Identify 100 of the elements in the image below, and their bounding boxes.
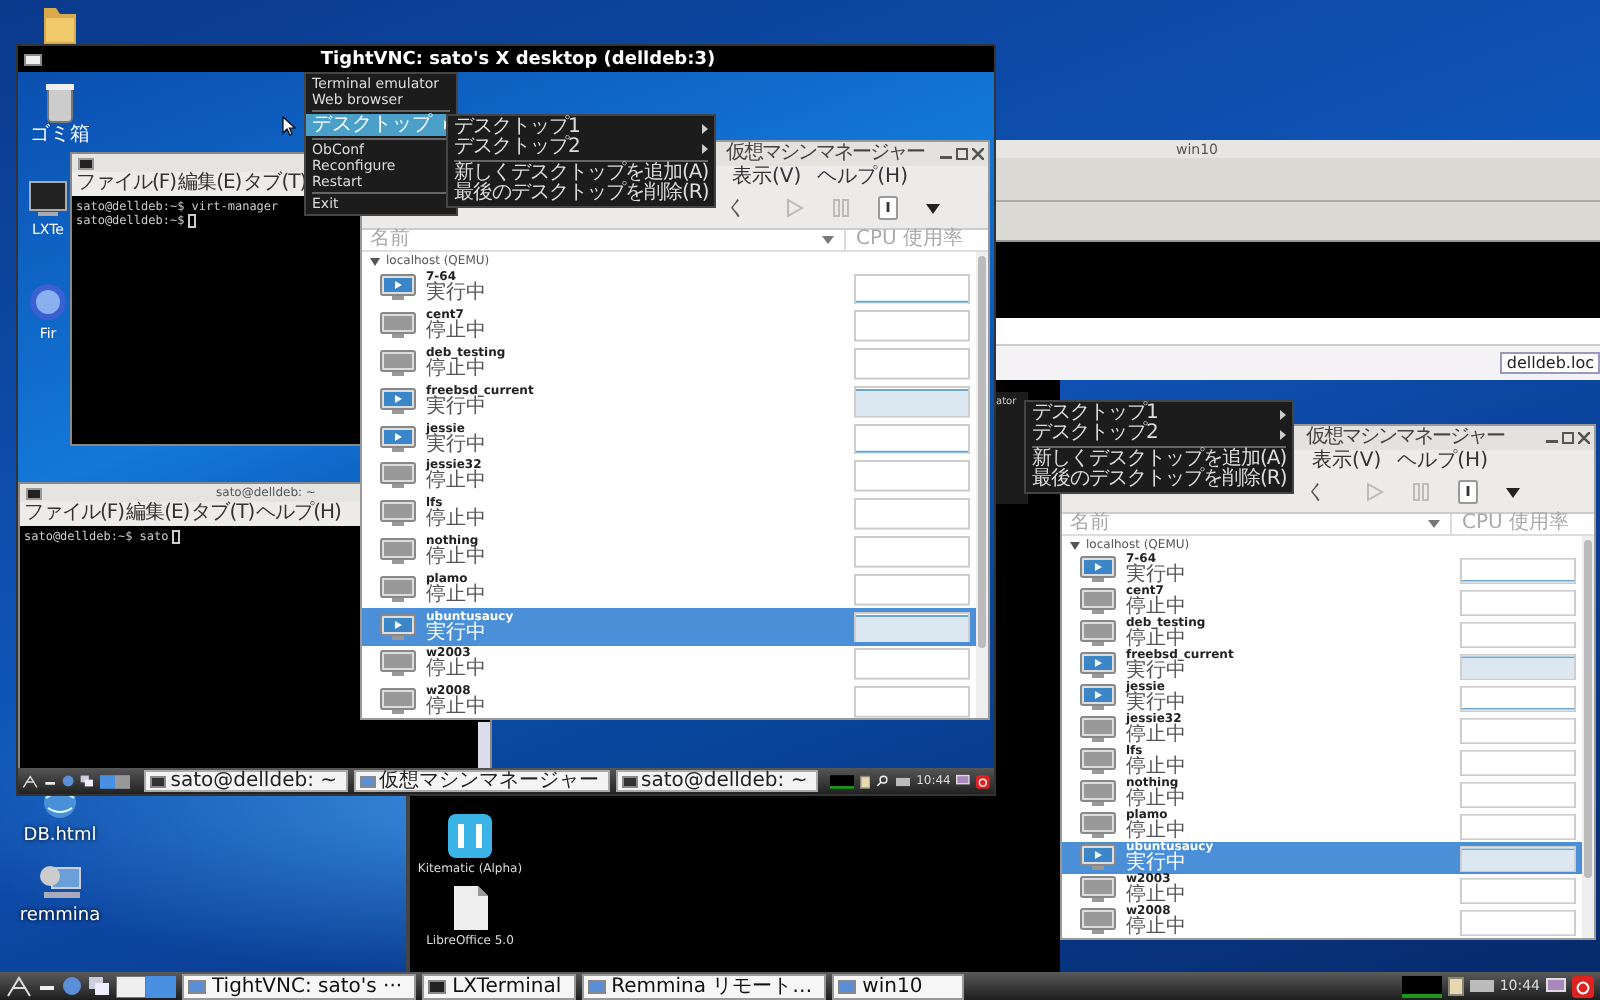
vm-status: 停止中 — [426, 472, 486, 493]
menu-item[interactable]: デスクトップ1 — [1026, 404, 1293, 424]
vm-status: 実行中 — [1126, 694, 1186, 714]
menu-item[interactable]: 新しくデスクトップを追加(A) — [1026, 450, 1293, 470]
cpu-graph — [854, 611, 970, 643]
menu-item[interactable]: タブ(T) — [191, 502, 255, 526]
cpu-graph — [854, 310, 970, 343]
taskbar-button[interactable]: sato@delldeb: ~ — [615, 770, 818, 792]
cpu-graph — [1460, 685, 1576, 711]
app-menu-icon[interactable] — [22, 771, 39, 791]
vm-status: 停止中 — [1126, 758, 1186, 778]
power-icon[interactable] — [1572, 975, 1594, 997]
menu-item[interactable]: 表示(V) — [1312, 450, 1382, 472]
monitor-icon[interactable] — [1546, 977, 1566, 995]
vm-status: 停止中 — [426, 660, 486, 681]
menu-item[interactable]: デスクトップ2 — [448, 138, 715, 158]
address-field[interactable]: delldeb.loc — [1500, 352, 1600, 374]
windows-icon[interactable] — [88, 976, 110, 996]
menu-item[interactable]: 新しくデスクトップを追加(A) — [448, 164, 715, 184]
expander-icon[interactable] — [1070, 541, 1080, 549]
caret-icon[interactable] — [926, 203, 940, 213]
cpu-graph — [1460, 909, 1576, 935]
close-icon[interactable] — [972, 148, 984, 160]
cpu-graph — [1460, 589, 1576, 615]
search-icon[interactable] — [876, 772, 890, 790]
menu-item[interactable]: 編集(E) — [178, 172, 242, 196]
clipboard-icon[interactable] — [1447, 976, 1464, 996]
terminal-icon[interactable] — [78, 157, 94, 169]
cpu-graph — [1460, 781, 1576, 807]
text-cursor — [172, 530, 181, 544]
vm-status: 停止中 — [1126, 790, 1186, 810]
vm-status: 停止中 — [426, 359, 486, 380]
remote-desktop-icon[interactable] — [36, 860, 84, 904]
menu-item[interactable]: ファイル(F) — [24, 502, 125, 526]
cpu-graph — [1460, 717, 1576, 743]
close-icon[interactable] — [1578, 432, 1590, 444]
windows-icon[interactable] — [80, 772, 95, 790]
taskbar-button[interactable]: LXTerminal — [422, 973, 576, 999]
cpu-graph — [854, 348, 970, 380]
menu-item[interactable]: 最後のデスクトップを削除(R) — [448, 184, 715, 204]
menu-item[interactable]: 最後のデスクトップを削除(R) — [1026, 470, 1293, 490]
mouse-pointer-icon — [282, 116, 296, 136]
vm-status: 停止中 — [426, 547, 486, 568]
workspace-pager-icon[interactable] — [116, 975, 176, 997]
cpu-graph — [854, 460, 970, 493]
power-icon[interactable] — [878, 196, 898, 220]
trash-can-icon[interactable] — [40, 80, 80, 124]
cpu-graph — [854, 423, 970, 455]
app-menu-icon[interactable] — [6, 975, 32, 997]
workspace-pager-icon[interactable] — [100, 771, 131, 791]
taskbar-button[interactable]: win10 — [832, 973, 965, 999]
taskbar-button[interactable]: TightVNC: sato's ··· — [182, 973, 417, 999]
vm-status: 停止中 — [1126, 886, 1186, 906]
terminal-icon — [428, 979, 447, 993]
keyboard-icon[interactable] — [1469, 980, 1494, 992]
cpu-graph — [1460, 621, 1576, 647]
menu-item[interactable]: 表示(V) — [732, 166, 802, 188]
window-menu-icon[interactable] — [24, 53, 42, 65]
sort-caret-icon[interactable] — [1428, 520, 1440, 528]
scrollbar[interactable] — [478, 722, 490, 768]
window-title: 仮想マシンマネージャー — [726, 142, 924, 165]
vm-status: 実行中 — [426, 284, 486, 305]
taskbar-button[interactable]: Remmina リモート… — [581, 973, 827, 999]
monitor-icon — [188, 979, 206, 993]
taskbar-button[interactable]: 仮想マシンマネージャー — [353, 770, 609, 792]
clipboard-icon[interactable] — [859, 771, 871, 791]
window-title: 仮想マシンマネージャー — [1306, 426, 1504, 449]
terminal-icon — [621, 775, 637, 787]
toolbar-label[interactable]: く — [1306, 478, 1326, 506]
cpu-meter-icon — [829, 771, 854, 791]
keyboard-icon[interactable] — [895, 775, 911, 787]
monitor-icon — [359, 775, 375, 787]
vm-status: 停止中 — [426, 585, 486, 606]
menu-item[interactable]: デスクトップ2 — [1026, 424, 1293, 444]
terminal-icon[interactable] — [26, 487, 42, 499]
menu-item[interactable]: ヘルプ(H) — [817, 166, 908, 188]
cpu-graph — [854, 498, 970, 531]
vm-status: 停止中 — [426, 510, 486, 531]
monitor-icon[interactable] — [956, 772, 971, 790]
caret-icon[interactable] — [1506, 487, 1520, 497]
maximize-icon[interactable] — [956, 148, 968, 160]
sort-caret-icon[interactable] — [822, 236, 834, 244]
menu-item[interactable]: ヘルプ(H) — [1397, 450, 1488, 472]
menu-item[interactable]: ファイル(F) — [76, 172, 177, 196]
app-logo-icon[interactable] — [446, 812, 494, 860]
menu-item[interactable]: ヘルプ(H) — [256, 502, 341, 526]
cpu-graph — [854, 648, 970, 681]
power-icon[interactable] — [976, 771, 990, 791]
menu-item[interactable]: 編集(E) — [126, 502, 190, 526]
expander-icon[interactable] — [370, 257, 380, 265]
scrollbar[interactable] — [1582, 536, 1594, 938]
maximize-icon[interactable] — [1562, 432, 1574, 444]
terminal-icon — [150, 775, 167, 787]
remote-desktop-icon — [838, 979, 857, 993]
taskbar-button[interactable]: sato@delldeb: ~ — [144, 770, 347, 792]
cpu-graph — [1460, 557, 1576, 583]
power-icon[interactable] — [1458, 480, 1478, 504]
terminal-icon[interactable] — [28, 176, 68, 220]
toolbar-label[interactable]: く — [726, 194, 746, 222]
scrollbar[interactable] — [976, 252, 988, 718]
